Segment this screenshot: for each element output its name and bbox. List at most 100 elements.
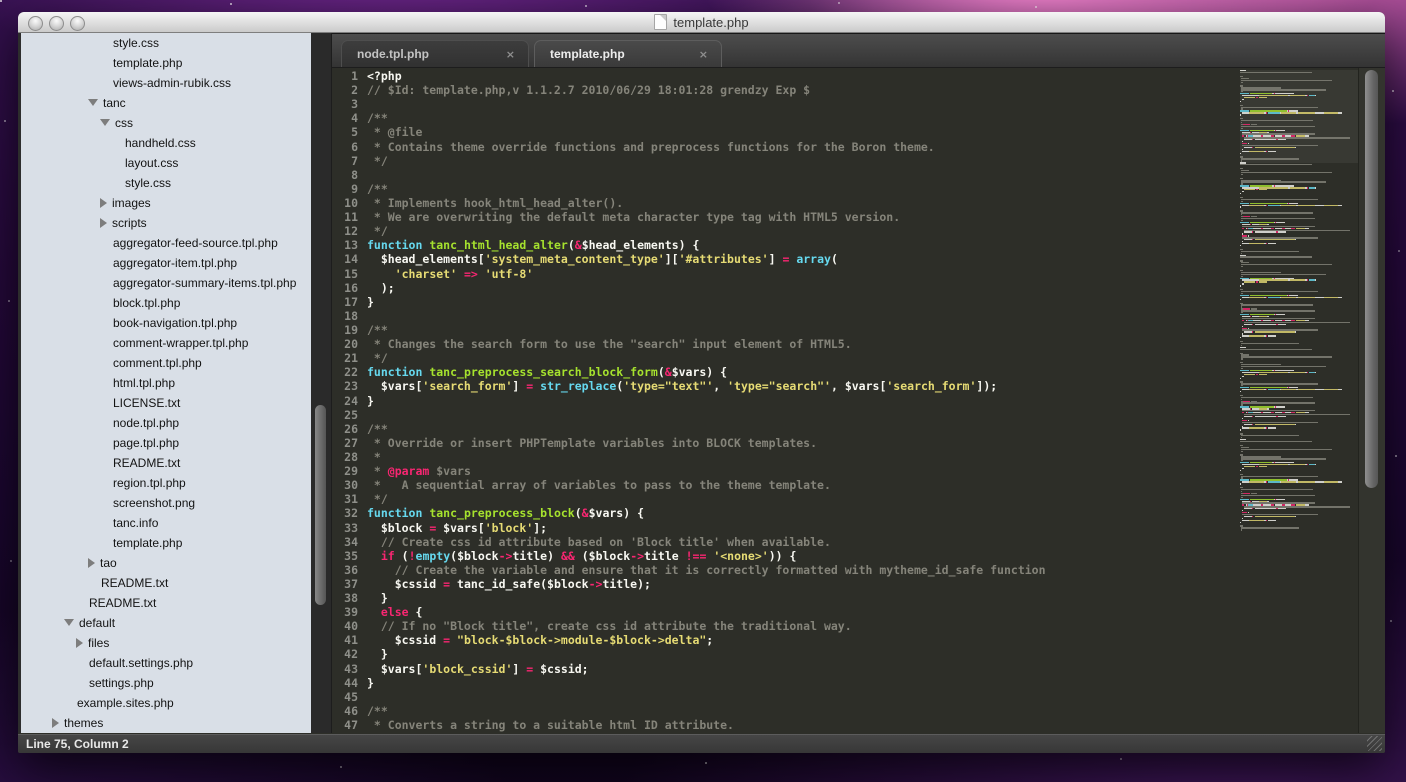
- sidebar-item-template.php[interactable]: template.php: [21, 533, 311, 553]
- code-line-28[interactable]: 28 *: [332, 450, 1240, 464]
- sidebar-item-files[interactable]: files: [21, 633, 311, 653]
- code-line-36[interactable]: 36 // Create the variable and ensure tha…: [332, 563, 1240, 577]
- file-tree-sidebar[interactable]: style.csstemplate.phpviews-admin-rubik.c…: [18, 33, 311, 733]
- sidebar-item-css[interactable]: css: [21, 113, 311, 133]
- code-line-32[interactable]: 32function tanc_preprocess_block(&$vars)…: [332, 506, 1240, 520]
- tab-node.tpl.php[interactable]: node.tpl.php×: [341, 40, 529, 67]
- disclosure-open-icon[interactable]: [64, 619, 74, 626]
- code-line-41[interactable]: 41 $cssid = "block-$block->module-$block…: [332, 633, 1240, 647]
- sidebar-item-tao[interactable]: tao: [21, 553, 311, 573]
- sidebar-item-layout.css[interactable]: layout.css: [21, 153, 311, 173]
- tab-template.php[interactable]: template.php×: [534, 40, 722, 67]
- sidebar-item-default[interactable]: default: [21, 613, 311, 633]
- code-line-4[interactable]: 4/**: [332, 111, 1240, 125]
- code-line-24[interactable]: 24}: [332, 394, 1240, 408]
- sidebar-item-settings.php[interactable]: settings.php: [21, 673, 311, 693]
- sidebar-item-region.tpl.php[interactable]: region.tpl.php: [21, 473, 311, 493]
- code-line-15[interactable]: 15 'charset' => 'utf-8': [332, 267, 1240, 281]
- code-line-34[interactable]: 34 // Create css id attribute based on '…: [332, 535, 1240, 549]
- disclosure-closed-icon[interactable]: [88, 558, 95, 568]
- code-line-21[interactable]: 21 */: [332, 351, 1240, 365]
- code-line-8[interactable]: 8: [332, 168, 1240, 182]
- code-line-38[interactable]: 38 }: [332, 591, 1240, 605]
- code-pane[interactable]: 1<?php2// $Id: template.php,v 1.1.2.7 20…: [332, 68, 1240, 733]
- sidebar-scrollbar-thumb[interactable]: [315, 405, 326, 605]
- code-line-17[interactable]: 17}: [332, 295, 1240, 309]
- sidebar-item-style.css[interactable]: style.css: [21, 173, 311, 193]
- code-line-30[interactable]: 30 * A sequential array of variables to …: [332, 478, 1240, 492]
- sidebar-item-aggregator-summary-items.tpl.php[interactable]: aggregator-summary-items.tpl.php: [21, 273, 311, 293]
- sidebar-item-default.settings.php[interactable]: default.settings.php: [21, 653, 311, 673]
- sidebar-item-screenshot.png[interactable]: screenshot.png: [21, 493, 311, 513]
- sidebar-item-tanc.info[interactable]: tanc.info: [21, 513, 311, 533]
- code-line-27[interactable]: 27 * Override or insert PHPTemplate vari…: [332, 436, 1240, 450]
- resize-grip-icon[interactable]: [1367, 736, 1382, 751]
- code-line-2[interactable]: 2// $Id: template.php,v 1.1.2.7 2010/06/…: [332, 83, 1240, 97]
- code-line-23[interactable]: 23 $vars['search_form'] = str_replace('t…: [332, 379, 1240, 393]
- code-line-48[interactable]: 48 *: [332, 732, 1240, 733]
- code-line-11[interactable]: 11 * We are overwriting the default meta…: [332, 210, 1240, 224]
- code-line-37[interactable]: 37 $cssid = tanc_id_safe($block->title);: [332, 577, 1240, 591]
- sidebar-item-LICENSE.txt[interactable]: LICENSE.txt: [21, 393, 311, 413]
- sidebar-item-template.php[interactable]: template.php: [21, 53, 311, 73]
- code-line-44[interactable]: 44}: [332, 676, 1240, 690]
- sidebar-item-handheld.css[interactable]: handheld.css: [21, 133, 311, 153]
- code-line-46[interactable]: 46/**: [332, 704, 1240, 718]
- disclosure-closed-icon[interactable]: [52, 718, 59, 728]
- sidebar-item-images[interactable]: images: [21, 193, 311, 213]
- code-line-16[interactable]: 16 );: [332, 281, 1240, 295]
- disclosure-closed-icon[interactable]: [100, 198, 107, 208]
- code-line-10[interactable]: 10 * Implements hook_html_head_alter().: [332, 196, 1240, 210]
- code-line-9[interactable]: 9/**: [332, 182, 1240, 196]
- code-line-1[interactable]: 1<?php: [332, 69, 1240, 83]
- sidebar-item-block.tpl.php[interactable]: block.tpl.php: [21, 293, 311, 313]
- disclosure-closed-icon[interactable]: [100, 218, 107, 228]
- sidebar-item-aggregator-item.tpl.php[interactable]: aggregator-item.tpl.php: [21, 253, 311, 273]
- sidebar-item-example.sites.php[interactable]: example.sites.php: [21, 693, 311, 713]
- sidebar-item-themes[interactable]: themes: [21, 713, 311, 733]
- code-line-5[interactable]: 5 * @file: [332, 125, 1240, 139]
- code-line-43[interactable]: 43 $vars['block_cssid'] = $cssid;: [332, 662, 1240, 676]
- code-line-47[interactable]: 47 * Converts a string to a suitable htm…: [332, 718, 1240, 732]
- sidebar-item-comment-wrapper.tpl.php[interactable]: comment-wrapper.tpl.php: [21, 333, 311, 353]
- code-line-45[interactable]: 45: [332, 690, 1240, 704]
- window-titlebar[interactable]: template.php: [18, 12, 1385, 33]
- sidebar-item-scripts[interactable]: scripts: [21, 213, 311, 233]
- sidebar-item-style.css[interactable]: style.css: [21, 33, 311, 53]
- code-line-18[interactable]: 18: [332, 309, 1240, 323]
- code-line-42[interactable]: 42 }: [332, 647, 1240, 661]
- code-line-13[interactable]: 13function tanc_html_head_alter(&$head_e…: [332, 238, 1240, 252]
- sidebar-item-html.tpl.php[interactable]: html.tpl.php: [21, 373, 311, 393]
- code-line-3[interactable]: 3: [332, 97, 1240, 111]
- sidebar-item-views-admin-rubik.css[interactable]: views-admin-rubik.css: [21, 73, 311, 93]
- code-line-35[interactable]: 35 if (!empty($block->title) && ($block-…: [332, 549, 1240, 563]
- code-line-39[interactable]: 39 else {: [332, 605, 1240, 619]
- code-line-33[interactable]: 33 $block = $vars['block'];: [332, 521, 1240, 535]
- disclosure-open-icon[interactable]: [100, 119, 110, 126]
- disclosure-closed-icon[interactable]: [76, 638, 83, 648]
- sidebar-item-aggregator-feed-source.tpl.php[interactable]: aggregator-feed-source.tpl.php: [21, 233, 311, 253]
- sidebar-item-comment.tpl.php[interactable]: comment.tpl.php: [21, 353, 311, 373]
- sidebar-item-README.txt[interactable]: README.txt: [21, 593, 311, 613]
- sidebar-item-tanc[interactable]: tanc: [21, 93, 311, 113]
- disclosure-open-icon[interactable]: [88, 99, 98, 106]
- tab-close-icon[interactable]: ×: [699, 48, 708, 61]
- code-line-31[interactable]: 31 */: [332, 492, 1240, 506]
- code-line-20[interactable]: 20 * Changes the search form to use the …: [332, 337, 1240, 351]
- code-line-26[interactable]: 26/**: [332, 422, 1240, 436]
- code-line-22[interactable]: 22function tanc_preprocess_search_block_…: [332, 365, 1240, 379]
- code-line-19[interactable]: 19/**: [332, 323, 1240, 337]
- editor-scrollbar-thumb[interactable]: [1365, 70, 1378, 488]
- sidebar-item-README.txt[interactable]: README.txt: [21, 573, 311, 593]
- code-line-40[interactable]: 40 // If no "Block title", create css id…: [332, 619, 1240, 633]
- tab-close-icon[interactable]: ×: [506, 48, 515, 61]
- sidebar-item-book-navigation.tpl.php[interactable]: book-navigation.tpl.php: [21, 313, 311, 333]
- editor-scrollbar[interactable]: [1358, 68, 1385, 733]
- code-line-6[interactable]: 6 * Contains theme override functions an…: [332, 140, 1240, 154]
- sidebar-item-page.tpl.php[interactable]: page.tpl.php: [21, 433, 311, 453]
- minimap[interactable]: [1240, 68, 1358, 733]
- code-line-29[interactable]: 29 * @param $vars: [332, 464, 1240, 478]
- sidebar-item-README.txt[interactable]: README.txt: [21, 453, 311, 473]
- code-line-12[interactable]: 12 */: [332, 224, 1240, 238]
- sidebar-scrollbar[interactable]: [311, 33, 332, 733]
